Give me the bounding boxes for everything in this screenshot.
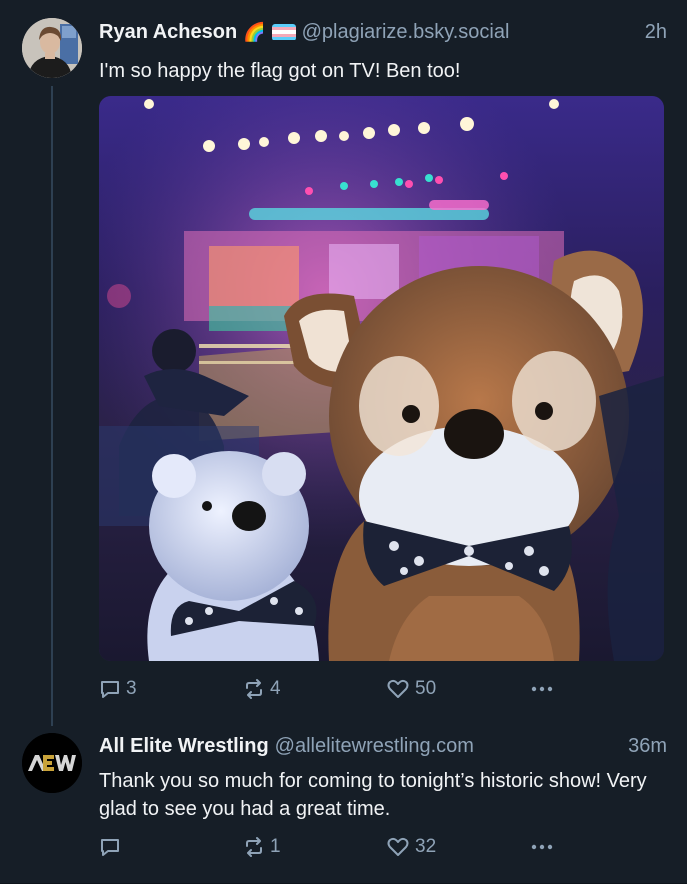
repost-icon bbox=[246, 679, 262, 699]
like-button[interactable]: 50 bbox=[386, 678, 436, 700]
reply-button[interactable]: 3 bbox=[99, 678, 137, 700]
like-count: 32 bbox=[415, 836, 437, 857]
post-image[interactable] bbox=[99, 96, 664, 661]
reply-icon bbox=[101, 681, 119, 698]
post-text: I'm so happy the flag got on TV! Ben too… bbox=[99, 60, 461, 82]
like-button[interactable]: 32 bbox=[386, 836, 436, 858]
post-all-elite-wrestling[interactable]: All Elite Wrestling @allelitewrestling.c… bbox=[0, 722, 687, 884]
post-time[interactable]: 2h bbox=[645, 21, 667, 44]
aew-logo-icon bbox=[22, 733, 82, 793]
repost-button[interactable]: 4 bbox=[243, 678, 281, 700]
post-header: All Elite Wrestling @allelitewrestling.c… bbox=[99, 732, 667, 760]
repost-count: 1 bbox=[270, 836, 281, 857]
post-text: Thank you so much for coming to tonight’… bbox=[99, 770, 647, 820]
like-count: 50 bbox=[415, 678, 437, 699]
reply-icon bbox=[101, 839, 119, 856]
like-icon bbox=[387, 679, 409, 698]
author-name[interactable]: All Elite Wrestling bbox=[99, 735, 269, 758]
author-handle[interactable]: @plagiarize.bsky.social bbox=[302, 21, 510, 44]
repost-button[interactable]: 1 bbox=[243, 836, 281, 858]
post-ryan-acheson[interactable]: Ryan Acheson 🌈 @plagiarize.bsky.social 2… bbox=[0, 0, 687, 722]
repost-count: 4 bbox=[270, 678, 281, 699]
reply-button[interactable] bbox=[99, 836, 126, 858]
more-options-button[interactable] bbox=[529, 836, 555, 858]
author-handle[interactable]: @allelitewrestling.com bbox=[275, 735, 474, 758]
avatar-aew[interactable] bbox=[22, 733, 82, 793]
like-icon bbox=[387, 837, 409, 856]
more-icon bbox=[531, 686, 553, 692]
post-time[interactable]: 36m bbox=[628, 735, 667, 758]
more-icon bbox=[531, 844, 553, 850]
avatar-ryan-acheson[interactable] bbox=[22, 18, 82, 78]
more-options-button[interactable] bbox=[529, 678, 555, 700]
author-name[interactable]: Ryan Acheson bbox=[99, 21, 237, 44]
reply-count: 3 bbox=[126, 678, 137, 699]
post-actions: 3 4 50 bbox=[99, 675, 569, 703]
post-actions: 1 32 bbox=[99, 833, 569, 861]
trans-flag-icon bbox=[271, 23, 296, 41]
repost-icon bbox=[246, 837, 262, 857]
rainbow-emoji: 🌈 bbox=[243, 21, 266, 42]
post-header: Ryan Acheson 🌈 @plagiarize.bsky.social 2… bbox=[99, 18, 667, 46]
